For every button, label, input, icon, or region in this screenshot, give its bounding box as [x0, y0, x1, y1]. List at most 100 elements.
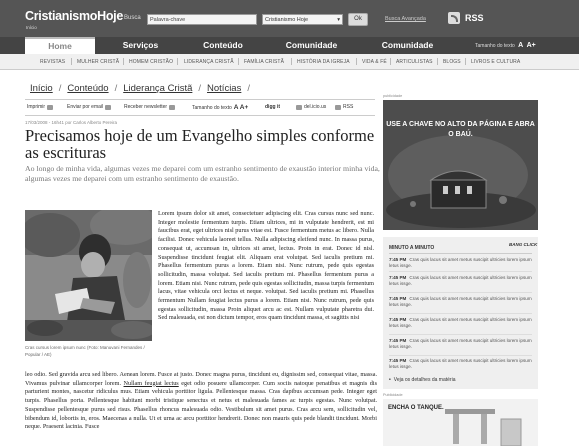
advanced-search-link[interactable]: Busca Avançada: [385, 16, 426, 22]
envelope-icon: [105, 104, 112, 110]
minute-item[interactable]: 7:45 PM Cras quis lacus sit amet metus su…: [389, 275, 532, 287]
main-nav: Home Serviços Conteúdo Comunidade Comuni…: [0, 37, 579, 54]
tab-servicos[interactable]: Serviços: [98, 37, 183, 54]
subnav-lideranca-crista[interactable]: LIDERANÇA CRISTÃ: [184, 59, 234, 65]
minute-panel-logo: BANG CLICK: [509, 242, 538, 247]
text-size-decrease[interactable]: A: [518, 42, 523, 49]
ad-label: Publicidade: [383, 393, 403, 397]
subnav-blogs[interactable]: BLOGS: [443, 59, 461, 65]
rss-button[interactable]: RSS: [335, 104, 353, 110]
search-scope-value: Cristianismo Hoje: [265, 16, 309, 23]
divider: [177, 58, 178, 65]
digg-label: digg it: [265, 104, 280, 110]
minute-panel-title: MINUTO A MINUTO: [389, 245, 435, 251]
divider: [465, 58, 466, 65]
article-subtitle: Ao longo de minha vida, algumas vezes me…: [25, 164, 380, 183]
site-logo[interactable]: CristianismoHoje: [25, 9, 123, 23]
minute-item-time: 7:45 PM: [389, 358, 407, 363]
text-size-tool[interactable]: Tamanho do texto A A+: [192, 104, 248, 111]
delicious-icon: [296, 104, 302, 110]
breadcrumb: Início / Conteúdo / Liderança Cristã / N…: [30, 83, 250, 94]
divider: [71, 58, 72, 65]
subnav-familia-crista[interactable]: FAMÍLIA CRISTÃ: [244, 59, 284, 65]
subnav-historia-da-igreja[interactable]: HISTÓRIA DA IGREJA: [297, 59, 350, 65]
breadcrumb-conteudo[interactable]: Conteúdo: [67, 83, 108, 94]
subnav-mulher-crista[interactable]: MULHER CRISTÃ: [77, 59, 119, 65]
minute-item[interactable]: 7:45 PM Cras quis lacus sit amet metus su…: [389, 257, 532, 269]
minute-item[interactable]: 7:45 PM Cras quis lacus sit amet metus su…: [389, 296, 532, 308]
breadcrumb-noticias[interactable]: Notícias: [207, 83, 241, 94]
ad-banner-chest[interactable]: USE A CHAVE NO ALTO DA PÁGINA E ABRA O B…: [383, 100, 538, 230]
subnav-homem-cristao[interactable]: HOMEM CRISTÃO: [129, 59, 173, 65]
tab-comunidade-2[interactable]: Comunidade: [360, 37, 455, 54]
home-link[interactable]: Início: [26, 25, 37, 30]
subnav-livros-e-cultura[interactable]: LIVROS E CULTURA: [471, 59, 520, 65]
rss-icon: [448, 12, 460, 24]
ad-banner-text: USE A CHAVE NO ALTO DA PÁGINA E ABRA O B…: [386, 121, 535, 138]
text-size-increase[interactable]: A+: [527, 42, 536, 49]
delicious-button[interactable]: del.icio.us: [296, 104, 326, 110]
print-button[interactable]: Imprimir: [27, 104, 54, 110]
article-inline-link[interactable]: Nullam feugiat lectus: [124, 380, 179, 387]
rss-link[interactable]: RSS: [448, 12, 484, 24]
article-body-column: Lorem ipsum dolor sit amet, consectetuer…: [158, 210, 374, 322]
minute-item[interactable]: 7:45 PM Cras quis lacus sit amet metus su…: [389, 338, 532, 350]
article-title: Precisamos hoje de um Evangelho simples …: [25, 126, 375, 162]
breadcrumb-separator: /: [198, 83, 202, 94]
divider: [389, 313, 532, 314]
minute-item-time: 7:45 PM: [389, 296, 407, 301]
see-details-link[interactable]: • Veja os detalhes da matéria: [389, 377, 455, 383]
minute-by-minute-panel: MINUTO A MINUTO BANG CLICK 7:45 PM Cras q…: [383, 237, 538, 389]
delicious-label: del.icio.us: [304, 104, 327, 110]
breadcrumb-inicio[interactable]: Início: [30, 83, 53, 94]
divider: [123, 58, 124, 65]
search-label: Busca: [124, 15, 141, 21]
divider: [389, 253, 532, 254]
newsletter-button[interactable]: Receber newsletter: [124, 104, 176, 110]
minute-item-text: Cras quis lacus sit amet metus suscipit …: [389, 275, 532, 286]
divider: [291, 58, 292, 65]
tab-comunidade[interactable]: Comunidade: [264, 37, 359, 54]
bullet-icon: •: [389, 377, 391, 383]
digg-button[interactable]: digg it: [265, 104, 280, 110]
search-scope-select[interactable]: Cristianismo Hoje ▾: [262, 14, 343, 25]
newsletter-label: Receber newsletter: [124, 104, 168, 110]
minute-item[interactable]: 7:45 PM Cras quis lacus sit amet metus su…: [389, 358, 532, 370]
search-input[interactable]: [147, 14, 257, 25]
article-body-text: eget odio posuere ullamcorper. Cum socii…: [25, 379, 377, 431]
sub-nav: REVISTAS MULHER CRISTÃ HOMEM CRISTÃO LID…: [0, 54, 579, 70]
breadcrumb-separator: /: [247, 83, 250, 94]
minute-item[interactable]: 7:45 PM Cras quis lacus sit amet metus su…: [389, 317, 532, 329]
minute-item-time: 7:45 PM: [389, 275, 407, 280]
subnav-vida-fe[interactable]: VIDA & FÉ: [362, 59, 387, 65]
minute-item-text: Cras quis lacus sit amet metus suscipit …: [389, 296, 532, 307]
text-size-label: Tamanho do texto: [475, 43, 515, 49]
divider: [389, 292, 532, 293]
ad-banner-fuel[interactable]: ENCHA O TANQUE.: [383, 399, 538, 446]
breadcrumb-separator: /: [58, 83, 62, 94]
text-size-control: Tamanho do texto A A+: [475, 42, 536, 49]
text-size-tool-label: Tamanho do texto: [192, 104, 232, 111]
article-body-full: leo odio. Sed gravida arcu sed libero. A…: [25, 371, 377, 432]
minute-item-time: 7:45 PM: [389, 317, 407, 322]
divider: [390, 58, 391, 65]
divider: [356, 58, 357, 65]
tab-home[interactable]: Home: [25, 37, 95, 54]
photo-caption: Cras cursus lorem ipsum nunc (Foto: Manu…: [25, 345, 145, 357]
divider: [389, 334, 532, 335]
subnav-articulistas[interactable]: ARTICULISTAS: [396, 59, 433, 65]
divider: [437, 58, 438, 65]
tab-conteudo[interactable]: Conteúdo: [184, 37, 262, 54]
text-size-tool-buttons[interactable]: A A+: [234, 104, 249, 111]
divider: [25, 99, 375, 100]
rss-tool-label: RSS: [343, 104, 354, 110]
printer-icon: [47, 104, 54, 110]
article-photo: [25, 210, 152, 341]
breadcrumb-lideranca-crista[interactable]: Liderança Cristã: [123, 83, 192, 94]
email-label: Enviar por email: [67, 104, 104, 110]
search-button[interactable]: Ok: [348, 13, 368, 26]
email-button[interactable]: Enviar por email: [67, 104, 112, 110]
top-header: CristianismoHoje Início Busca Cristianis…: [0, 0, 579, 37]
minute-item-time: 7:45 PM: [389, 257, 407, 262]
subnav-revistas[interactable]: REVISTAS: [40, 59, 65, 65]
